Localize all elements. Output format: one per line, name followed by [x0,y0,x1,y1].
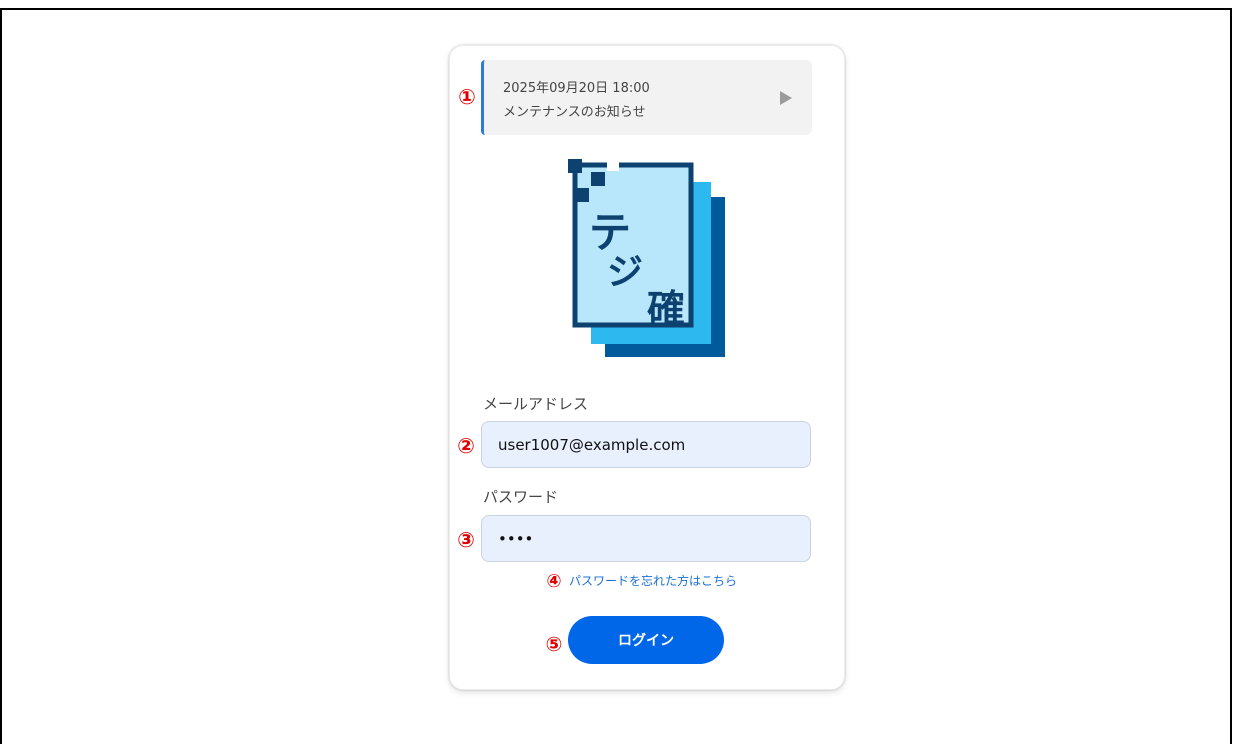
play-arrow-icon [780,91,792,105]
login-card [449,45,845,690]
email-input[interactable] [481,421,811,468]
forgot-password-link[interactable]: パスワードを忘れた方はこちら [569,572,737,589]
annotation-marker-3: ③ [457,528,475,552]
password-label: パスワード [483,488,559,506]
annotation-marker-5: ⑤ [545,632,563,656]
svg-text:テ: テ [589,208,631,257]
annotation-marker-4: ④ [546,571,562,592]
email-label: メールアドレス [483,395,589,413]
app-logo: テ ジ 確 [563,152,731,362]
annotation-marker-1: ① [458,85,476,109]
maintenance-notice[interactable]: 2025年09月20日 18:00 メンテナンスのお知らせ [481,60,812,135]
annotation-marker-2: ② [457,434,475,458]
notice-title: メンテナンスのお知らせ [503,105,646,120]
svg-text:ジ: ジ [607,252,643,293]
notice-date: 2025年09月20日 18:00 [503,81,650,96]
login-button[interactable]: ログイン [568,616,724,664]
svg-text:確: 確 [647,287,685,331]
app-logo-graphic: テ ジ 確 [568,159,725,357]
password-input[interactable] [481,515,811,562]
